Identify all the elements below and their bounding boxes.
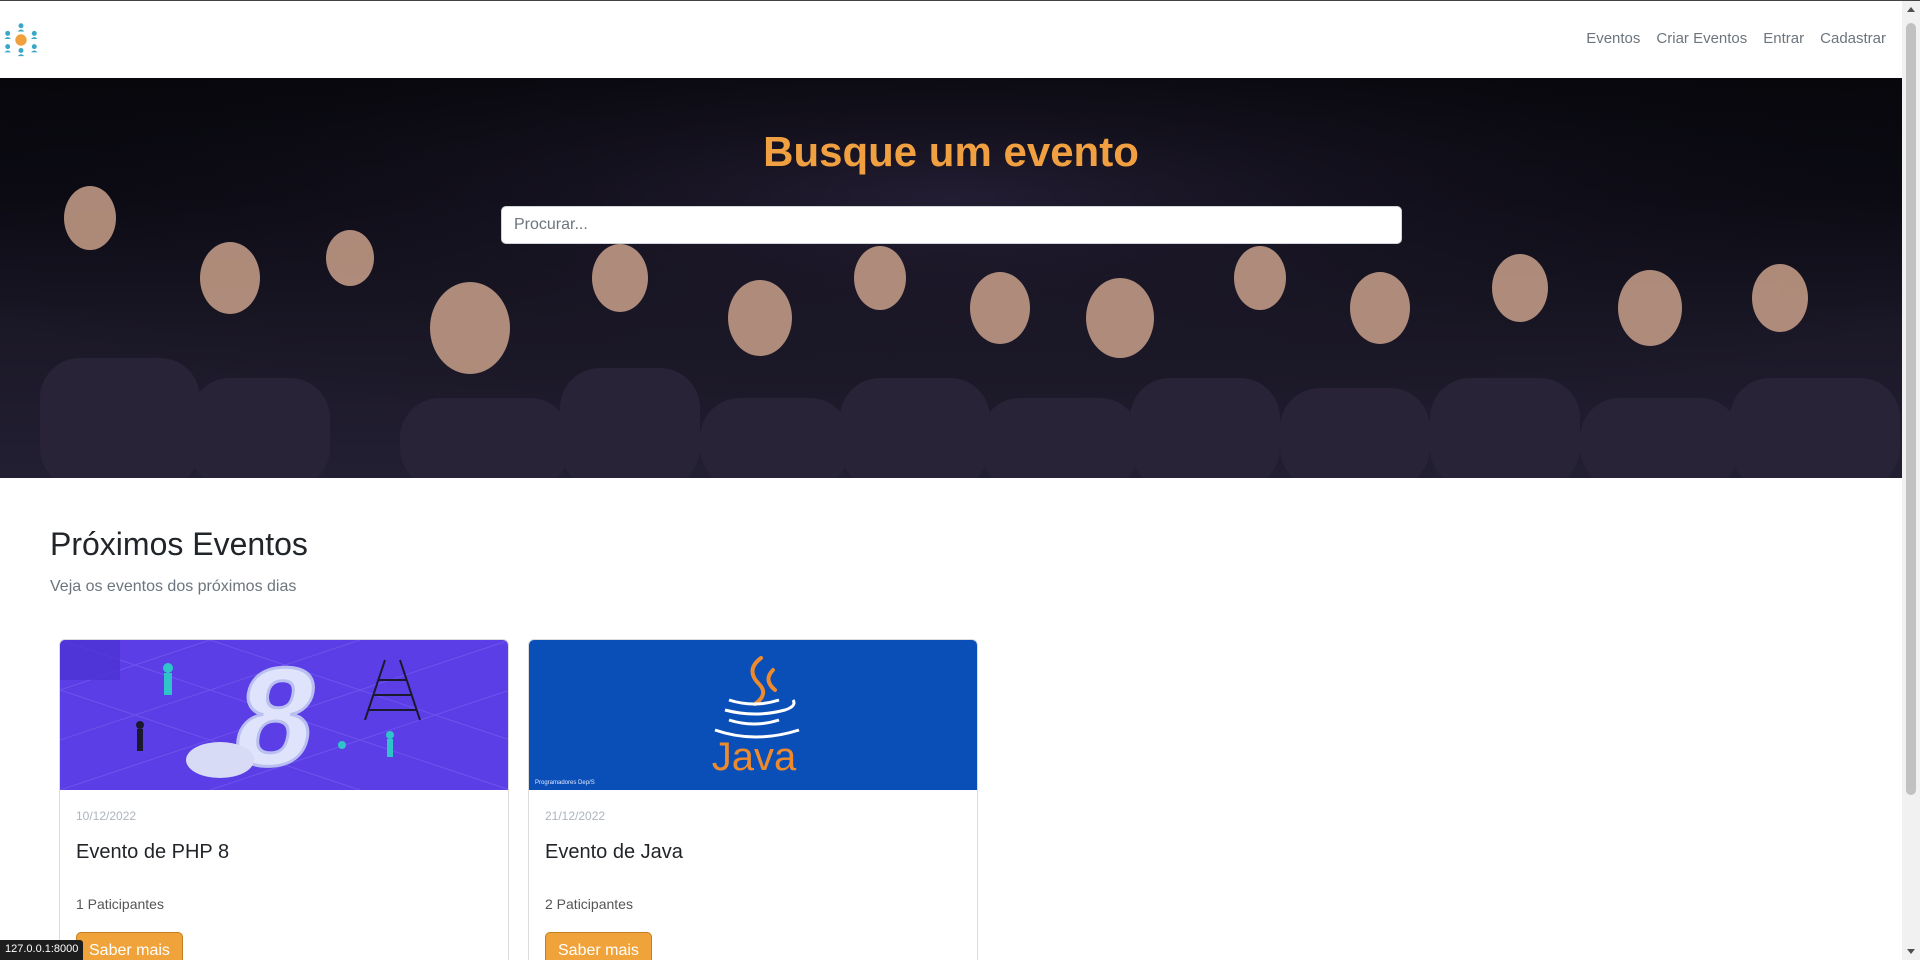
event-date: 21/12/2022 bbox=[545, 809, 606, 823]
section-title: Próximos Eventos bbox=[50, 526, 308, 562]
people-network-icon[interactable] bbox=[2, 21, 40, 59]
event-participants: 2 Paticipantes bbox=[545, 896, 633, 912]
scroll-thumb[interactable] bbox=[1906, 23, 1916, 795]
saber-mais-button[interactable]: Saber mais bbox=[76, 932, 183, 960]
nav-link-criar-eventos[interactable]: Criar Eventos bbox=[1648, 30, 1755, 47]
saber-mais-button[interactable]: Saber mais bbox=[545, 932, 652, 960]
svg-text:Java: Java bbox=[712, 735, 797, 779]
status-bar-url: 127.0.0.1:8000 bbox=[0, 940, 84, 960]
search-input[interactable] bbox=[501, 206, 1402, 244]
event-card[interactable]: Java Programadores Dep/S 21/12/2022 Even… bbox=[528, 639, 978, 960]
event-participants: 1 Paticipantes bbox=[76, 896, 164, 912]
nav-link-cadastrar[interactable]: Cadastrar bbox=[1812, 30, 1894, 47]
nav-link-eventos[interactable]: Eventos bbox=[1578, 30, 1648, 47]
java-banner-caption: Programadores Dep/S bbox=[535, 780, 595, 786]
event-image-php8: 8 bbox=[60, 640, 508, 790]
event-title: Evento de PHP 8 bbox=[76, 841, 230, 863]
event-title: Evento de Java bbox=[545, 841, 683, 863]
java-logo: Java Programadores Dep/S bbox=[535, 656, 800, 786]
scroll-up-arrow-icon[interactable] bbox=[1907, 7, 1915, 12]
nav-link-entrar[interactable]: Entrar bbox=[1755, 30, 1812, 47]
hero-title: Busque um evento bbox=[763, 128, 1139, 175]
event-image-java: Java Programadores Dep/S bbox=[529, 640, 977, 790]
section-subtitle: Veja os eventos dos próximos dias bbox=[50, 578, 297, 595]
event-date: 10/12/2022 bbox=[76, 809, 137, 823]
scroll-down-arrow-icon[interactable] bbox=[1907, 949, 1915, 954]
navbar: Eventos Criar Eventos Entrar Cadastrar bbox=[0, 1, 1902, 78]
hero-banner: Busque um evento bbox=[0, 78, 1902, 478]
php8-illustration: 8 bbox=[60, 640, 508, 790]
event-card[interactable]: 8 10/12/2022 Evento de PHP 8 1 Paticipan… bbox=[59, 639, 509, 960]
nav-links: Eventos Criar Eventos Entrar Cadastrar bbox=[1578, 30, 1894, 47]
page-scrollbar[interactable] bbox=[1902, 1, 1920, 960]
